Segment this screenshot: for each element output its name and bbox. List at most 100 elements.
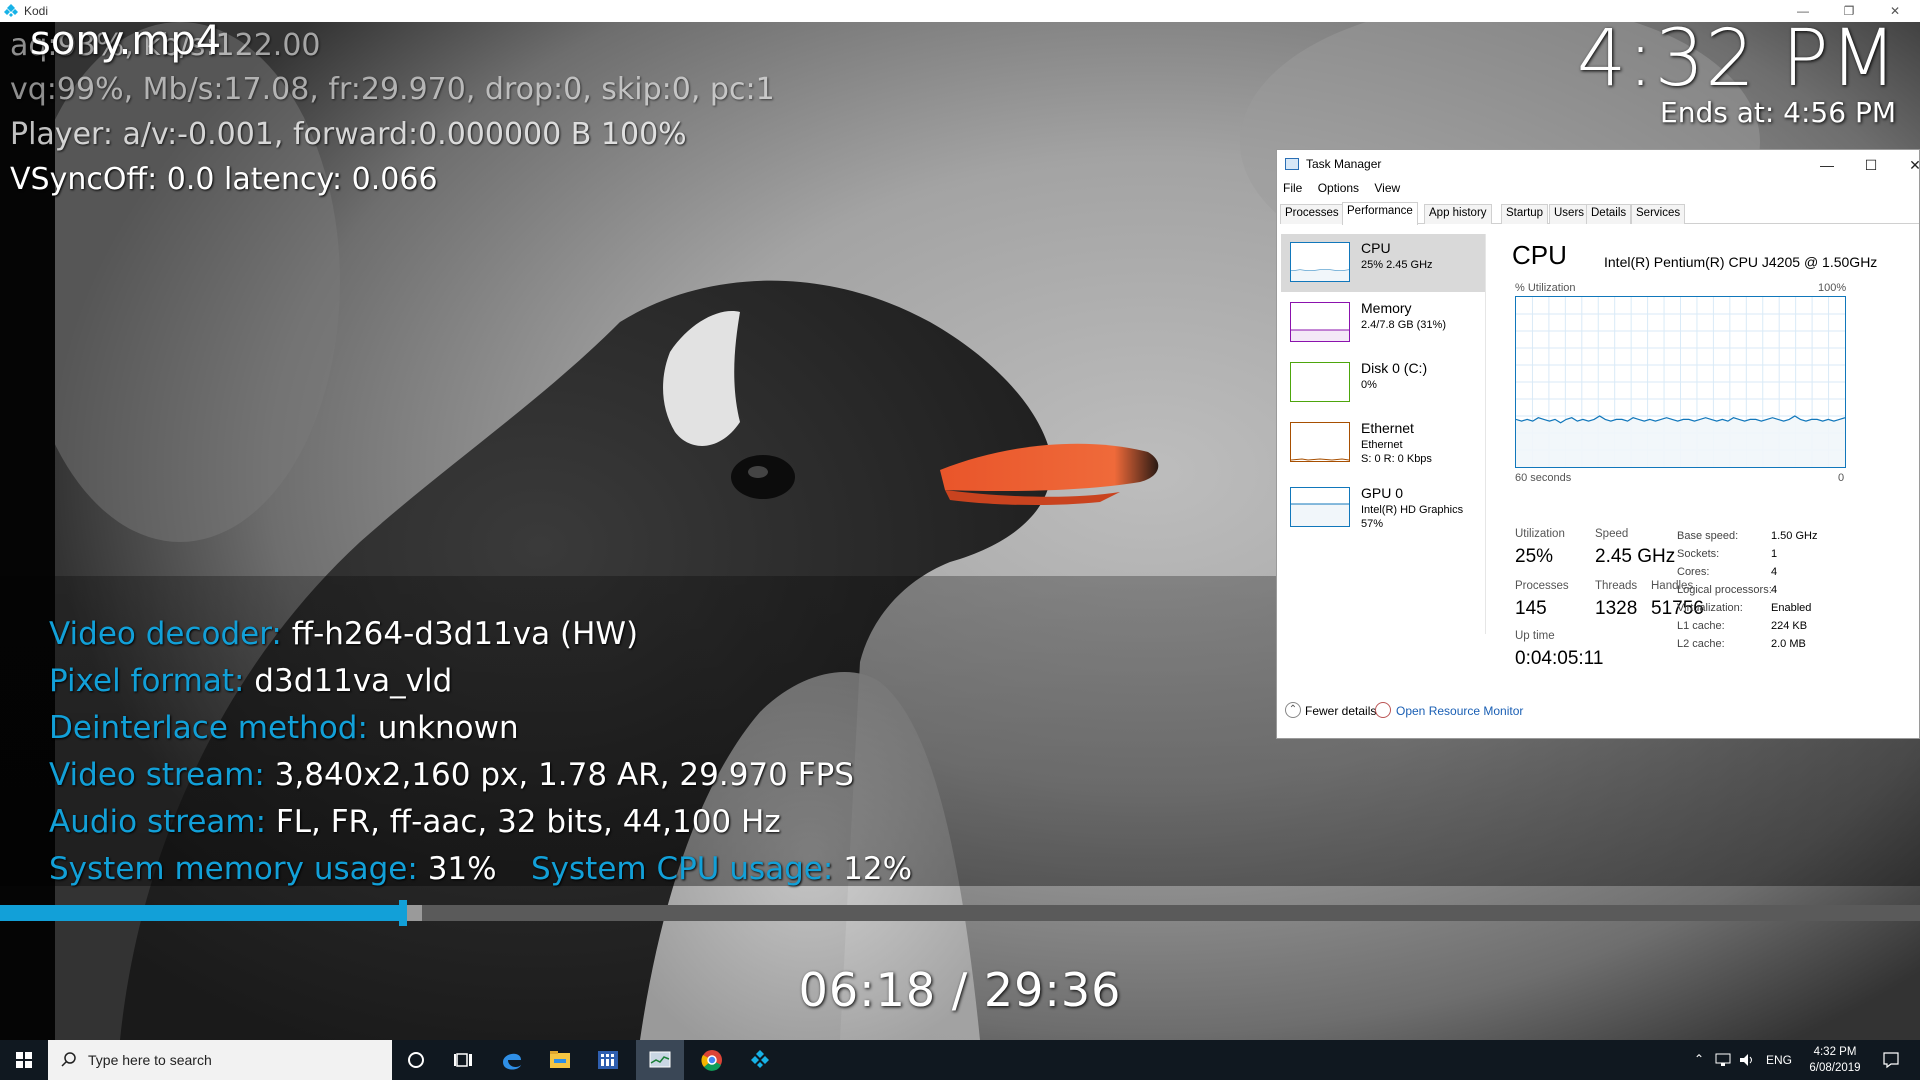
sidebar-item-ethernet[interactable]: Ethernet Ethernet S: 0 R: 0 Kbps: [1281, 414, 1485, 476]
action-center-icon[interactable]: [1882, 1051, 1900, 1069]
sidebar-item-memory[interactable]: Memory 2.4/7.8 GB (31%): [1281, 294, 1485, 352]
threads-value: 1328: [1595, 598, 1638, 619]
graph-min-label: 0: [1838, 472, 1845, 484]
spec-logical-value: 4: [1771, 584, 1778, 596]
cortana-icon[interactable]: [392, 1040, 440, 1080]
utilization-axis-label: % Utilization: [1515, 282, 1576, 294]
taskbar-date: 6/08/2019: [1809, 1062, 1861, 1074]
cpu-thumbnail-graph: [1290, 242, 1350, 282]
tab-performance[interactable]: Performance: [1342, 202, 1418, 225]
tm-menubar: File Options View: [1283, 181, 1412, 199]
spec-sockets-value: 1: [1771, 548, 1778, 560]
tab-services[interactable]: Services: [1631, 204, 1686, 224]
search-icon: [61, 1052, 76, 1067]
video-decoder-line: Video decoder: ff-h264-d3d11va (HW): [49, 616, 639, 652]
tab-processes[interactable]: Processes: [1280, 204, 1344, 224]
tab-users[interactable]: Users: [1549, 204, 1590, 224]
menu-file[interactable]: File: [1283, 181, 1302, 195]
task-manager-icon: [1285, 158, 1299, 170]
spec-cores-label: Cores:: [1677, 566, 1710, 578]
menu-view[interactable]: View: [1374, 181, 1400, 195]
open-resource-monitor-link[interactable]: Open Resource Monitor: [1396, 704, 1523, 718]
utilization-label: Utilization: [1515, 528, 1565, 540]
sidebar-item-gpu[interactable]: GPU 0 Intel(R) HD Graphics 57%: [1281, 479, 1485, 541]
cpu-usage-area: [1516, 416, 1845, 467]
graph-time-label: 60 seconds: [1515, 472, 1572, 484]
network-icon[interactable]: [1714, 1052, 1732, 1068]
disk-thumbnail-graph: [1290, 362, 1350, 402]
tab-app-history[interactable]: App history: [1424, 204, 1492, 224]
spec-logical-label: Logical processors:: [1677, 584, 1772, 596]
debug-player-line: Player: a/v:-0.001, forward:0.000000 B 1…: [10, 117, 687, 152]
uptime-label: Up time: [1515, 630, 1555, 642]
spec-cores-value: 4: [1771, 566, 1778, 578]
tab-details[interactable]: Details: [1586, 204, 1632, 224]
edge-browser-icon[interactable]: [488, 1040, 536, 1080]
tm-maximize-button[interactable]: ☐: [1851, 152, 1891, 178]
calculator-icon[interactable]: [584, 1040, 632, 1080]
task-manager-titlebar[interactable]: Task Manager — ☐ ✕: [1277, 150, 1919, 180]
uptime-value: 0:04:05:11: [1515, 648, 1604, 669]
utilization-value: 25%: [1515, 546, 1554, 567]
deinterlace-line: Deinterlace method: unknown: [49, 710, 519, 746]
system-memory-line: System memory usage: 31%: [49, 851, 497, 887]
sidebar-item-disk[interactable]: Disk 0 (C:) 0%: [1281, 354, 1485, 412]
taskbar-time: 4:32 PM: [1813, 1046, 1857, 1058]
resource-monitor-icon: [1375, 702, 1391, 718]
taskbar-clock[interactable]: 4:32 PM 6/08/2019: [1800, 1044, 1870, 1076]
spec-l1-label: L1 cache:: [1677, 620, 1725, 632]
cpu-model-name: Intel(R) Pentium(R) CPU J4205 @ 1.50GHz: [1604, 254, 1878, 270]
processes-value: 145: [1515, 598, 1547, 619]
tm-performance-sidebar: CPU 25% 2.45 GHz Memory 2.4/7.8 GB (31%)…: [1281, 234, 1485, 554]
taskbar-search-box[interactable]: Type here to search: [48, 1040, 392, 1080]
tm-footer: ⌃ Fewer details Open Resource Monitor: [1283, 702, 1913, 724]
spec-l2-value: 2.0 MB: [1771, 638, 1806, 650]
spec-sockets-label: Sockets:: [1677, 548, 1720, 560]
windows-taskbar: Type here to search ⌃ ENG 4:32 PM 6/08/2…: [0, 1040, 1920, 1080]
spec-virtualization-value: Enabled: [1771, 602, 1812, 614]
system-clock: 4:32 PM: [1576, 14, 1898, 104]
file-explorer-icon[interactable]: [536, 1040, 584, 1080]
ends-at-label: Ends at: 4:56 PM: [1660, 96, 1896, 129]
cpu-heading: CPU: [1512, 240, 1567, 270]
speed-label: Speed: [1595, 528, 1629, 540]
audio-stream-line: Audio stream: FL, FR, ff-aac, 32 bits, 4…: [49, 804, 781, 840]
tab-startup[interactable]: Startup: [1501, 204, 1549, 224]
tm-sidebar-divider: [1485, 234, 1486, 634]
gpu-thumbnail-graph: [1290, 487, 1350, 527]
chevron-up-icon[interactable]: ⌃: [1285, 702, 1301, 718]
debug-video-line: vq:99%, Mb/s:17.08, fr:29.970, drop:0, s…: [10, 72, 775, 107]
task-view-icon[interactable]: [440, 1040, 488, 1080]
spec-l1-value: 224 KB: [1771, 620, 1808, 632]
tm-minimize-button[interactable]: —: [1807, 152, 1847, 178]
video-stream-line: Video stream: 3,840x2,160 px, 1.78 AR, 2…: [49, 757, 854, 793]
speed-value: 2.45 GHz: [1595, 546, 1676, 567]
utilization-max-label: 100%: [1818, 282, 1847, 294]
volume-icon[interactable]: [1738, 1052, 1756, 1068]
cpu-utilization-graph: [1515, 296, 1846, 468]
spec-base-speed-value: 1.50 GHz: [1771, 530, 1818, 542]
kodi-logo-icon: [4, 4, 18, 17]
menu-options[interactable]: Options: [1318, 181, 1359, 195]
threads-label: Threads: [1595, 580, 1638, 592]
tray-expand-icon[interactable]: ⌃: [1694, 1052, 1704, 1066]
sidebar-item-cpu[interactable]: CPU 25% 2.45 GHz: [1281, 234, 1485, 292]
playback-timecode: 06:18 / 29:36: [798, 963, 1122, 1017]
task-manager-taskbar-icon[interactable]: [636, 1040, 684, 1080]
tm-tabs: Processes Performance App history Startu…: [1280, 202, 1919, 225]
ethernet-thumbnail-graph: [1290, 422, 1350, 462]
seek-bar-progress: [0, 905, 403, 921]
window-title: Kodi: [24, 4, 49, 18]
seek-handle[interactable]: [398, 900, 407, 926]
chrome-icon[interactable]: [688, 1040, 736, 1080]
tm-close-button[interactable]: ✕: [1895, 152, 1919, 178]
spec-virtualization-label: Virtualization:: [1677, 602, 1743, 614]
input-language[interactable]: ENG: [1766, 1053, 1792, 1067]
kodi-taskbar-icon[interactable]: [736, 1040, 784, 1080]
windows-start-icon[interactable]: [0, 1040, 48, 1080]
fewer-details-link[interactable]: Fewer details: [1305, 704, 1376, 718]
memory-thumbnail-graph: [1290, 302, 1350, 342]
search-placeholder: Type here to search: [88, 1052, 212, 1068]
task-manager-window: Task Manager — ☐ ✕ File Options View Pro…: [1276, 149, 1920, 739]
spec-base-speed-label: Base speed:: [1677, 530, 1739, 542]
